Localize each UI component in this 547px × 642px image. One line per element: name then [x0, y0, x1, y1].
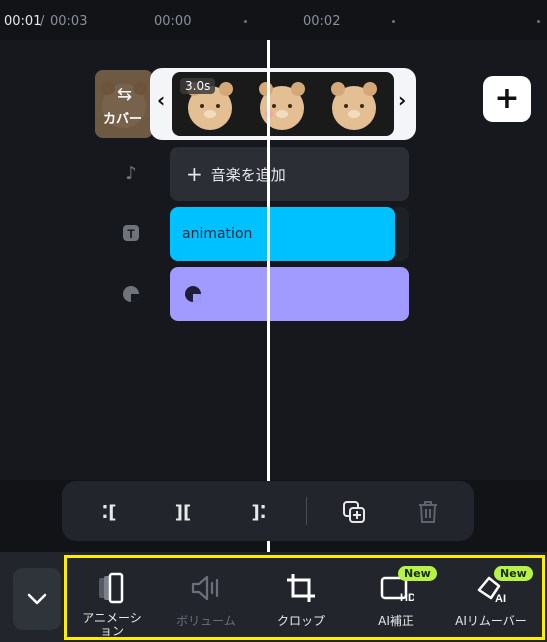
- ruler-tick-0: 00:00: [154, 14, 192, 29]
- cover-label: カバー: [103, 112, 143, 127]
- swap-icon: ⇆: [117, 84, 133, 105]
- playhead[interactable]: [267, 40, 270, 552]
- cover-thumbnail[interactable]: ⇆ カバー: [95, 70, 153, 138]
- trash-icon: [419, 501, 437, 523]
- split-right-button[interactable]: ]⁚: [243, 496, 275, 528]
- duplicate-button[interactable]: [338, 496, 370, 528]
- music-note-icon: ♪: [125, 162, 137, 184]
- svg-text:T: T: [127, 227, 135, 241]
- clip-duration-badge: 3.0s: [180, 78, 216, 94]
- text-clip[interactable]: animation: [170, 207, 395, 261]
- sticker-icon: [185, 286, 201, 302]
- plus-icon: +: [186, 162, 203, 186]
- ruler-tick-2: 00:02: [303, 14, 341, 29]
- add-music-label: 音楽を追加: [210, 165, 286, 184]
- add-clip-button[interactable]: +: [483, 76, 531, 122]
- total-time: 00:03: [50, 14, 88, 29]
- text-clip-label: animation: [182, 226, 253, 242]
- sticker-clip[interactable]: [170, 267, 409, 321]
- split-left-button[interactable]: ⁚[: [93, 496, 125, 528]
- collapse-button[interactable]: [13, 568, 61, 630]
- ruler-dot: [244, 20, 247, 23]
- add-music-button[interactable]: + 音楽を追加: [170, 147, 409, 201]
- clip-trim-right-handle[interactable]: ›: [398, 88, 406, 112]
- ruler-dot: [392, 20, 395, 23]
- highlight-box: [64, 555, 545, 640]
- clip-trim-left-handle[interactable]: ‹: [157, 88, 165, 112]
- chevron-down-icon: [27, 593, 47, 605]
- delete-button[interactable]: [412, 496, 444, 528]
- toolbar-divider: [306, 497, 307, 525]
- text-track-remainder: [395, 207, 409, 261]
- text-track-icon: T: [120, 222, 142, 244]
- ruler-dot: [537, 20, 540, 23]
- time-separator: /: [40, 14, 45, 29]
- plus-icon: +: [494, 81, 520, 116]
- sticker-track-icon: [120, 283, 142, 305]
- split-button[interactable]: ][: [167, 496, 199, 528]
- current-time: 00:01: [4, 14, 42, 29]
- duplicate-icon: [343, 501, 365, 523]
